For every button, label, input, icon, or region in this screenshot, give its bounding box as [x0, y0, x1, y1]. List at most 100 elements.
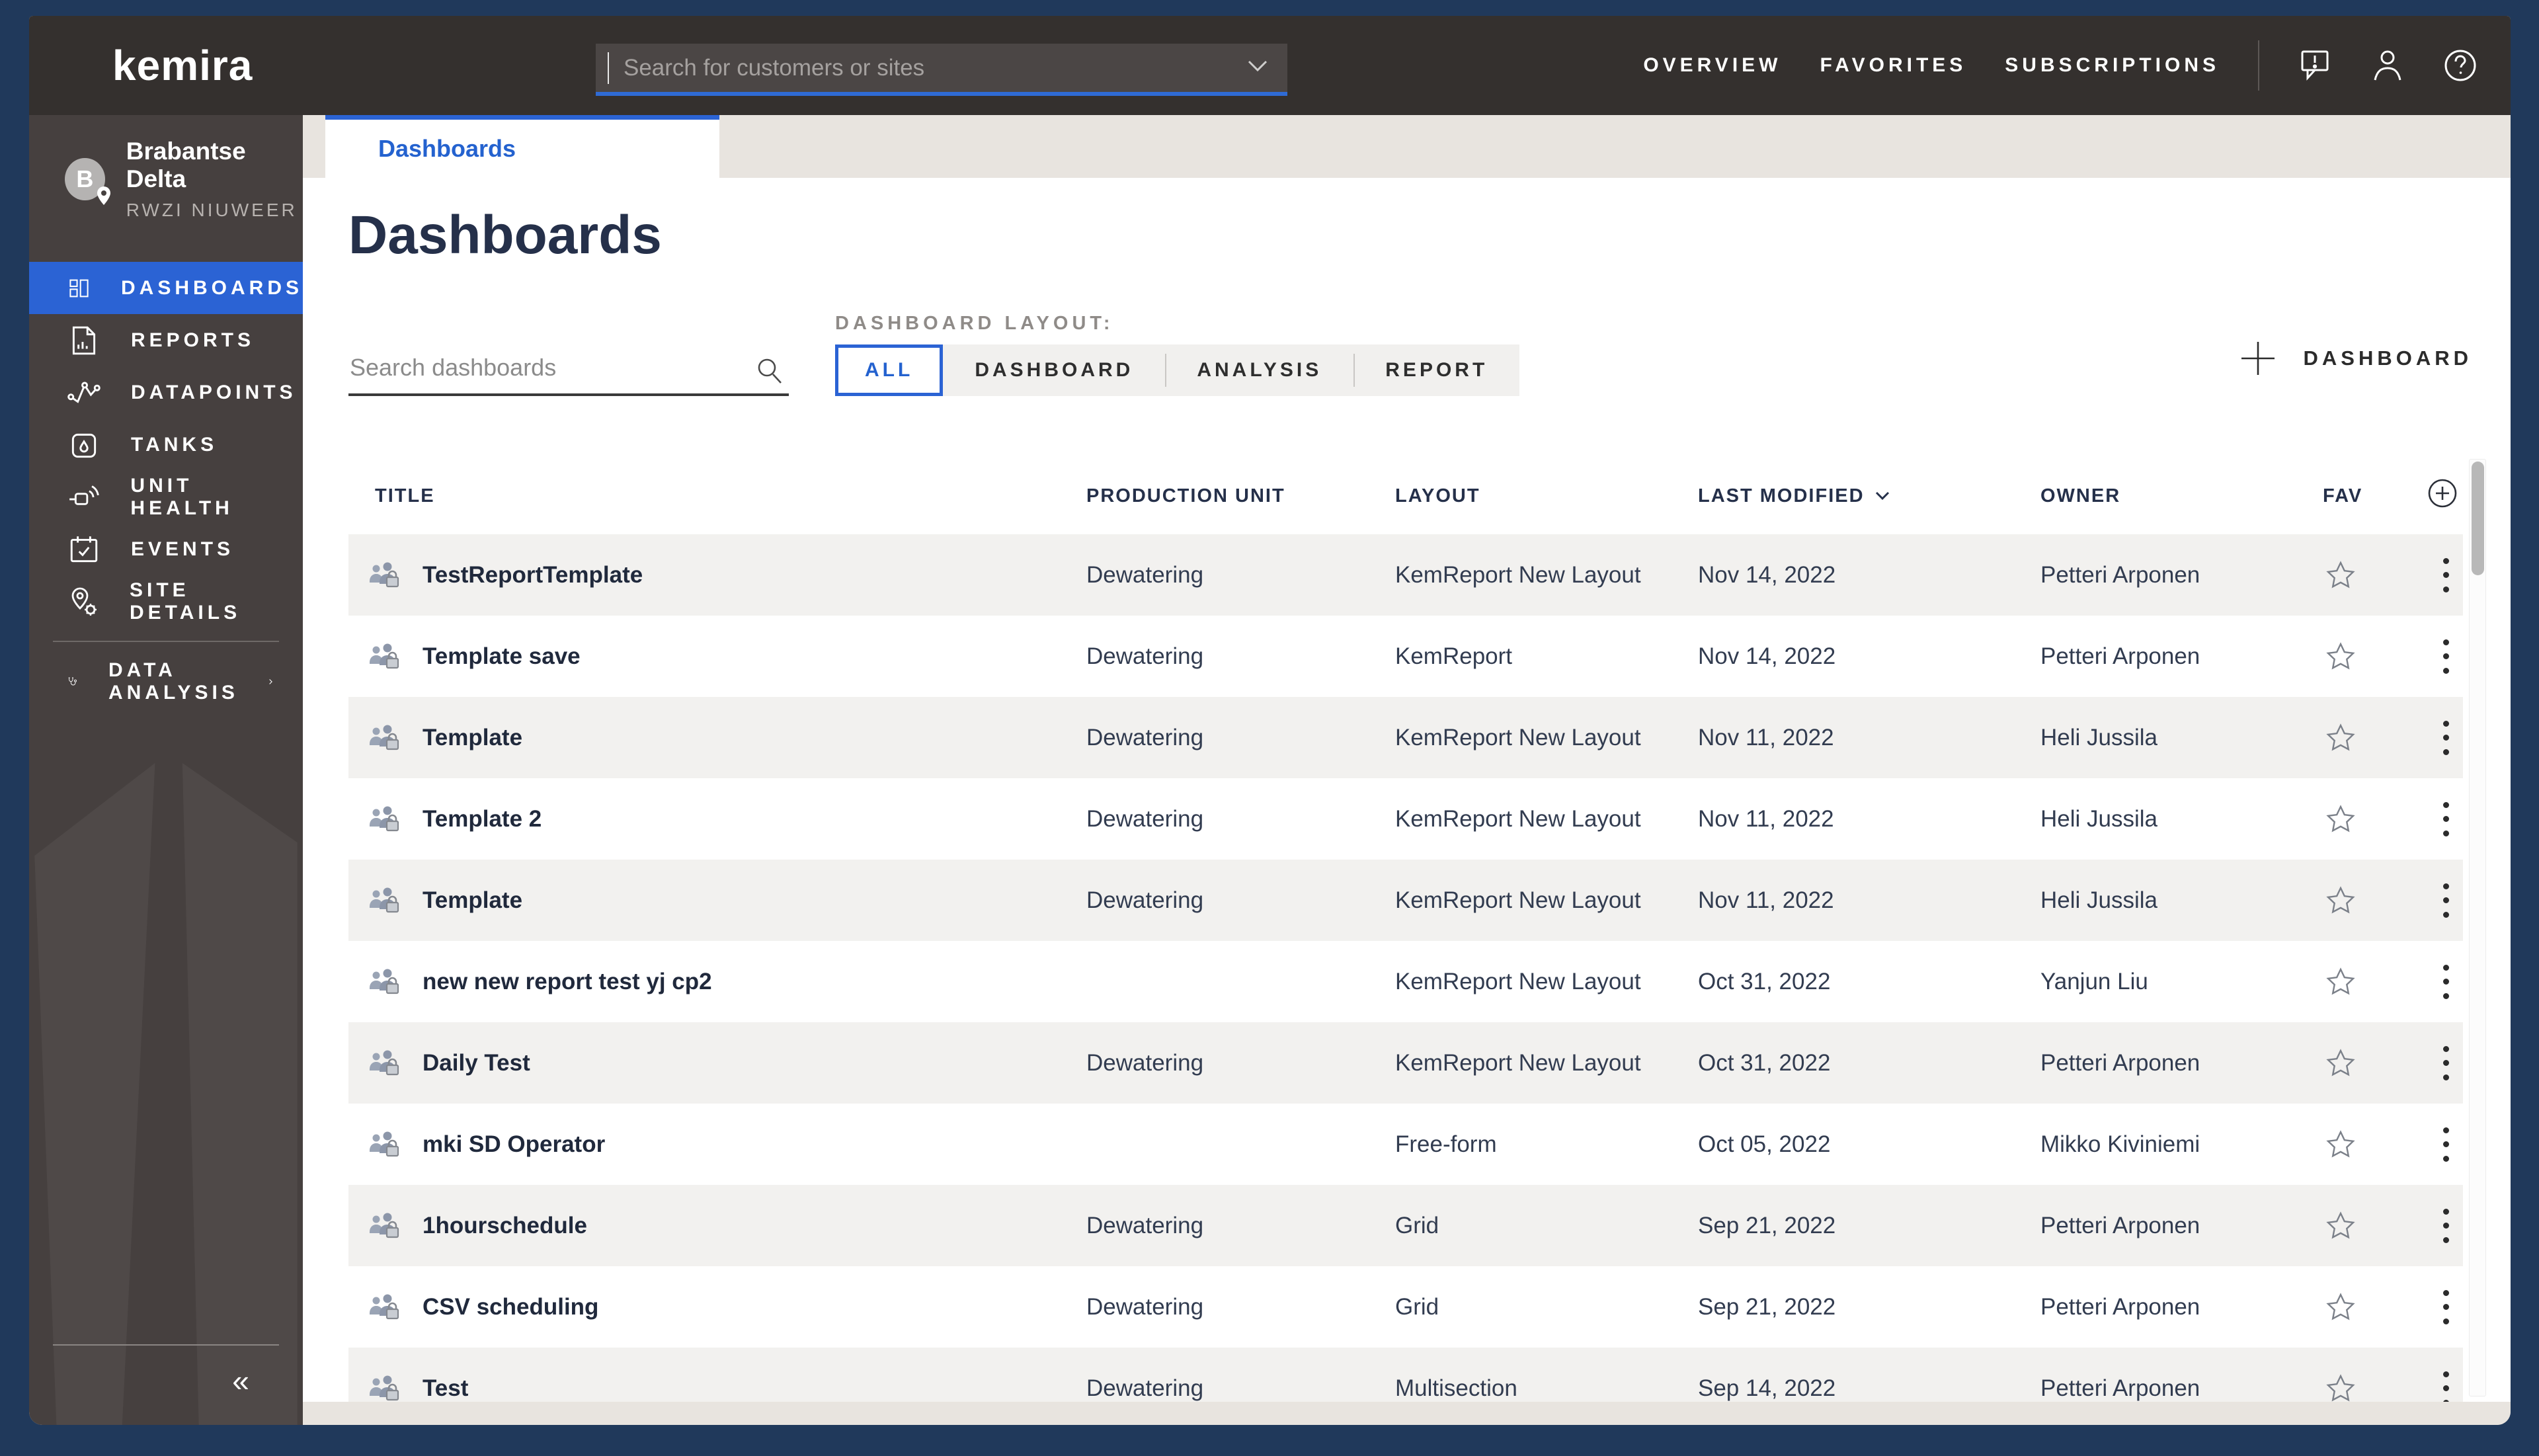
scrollbar-thumb[interactable] — [2472, 462, 2484, 575]
favorite-star-icon[interactable] — [2323, 642, 2402, 671]
nav-subscriptions[interactable]: SUBSCRIPTIONS — [2005, 54, 2220, 77]
row-menu-icon[interactable] — [2433, 882, 2459, 919]
row-last-modified: Nov 14, 2022 — [1698, 643, 2040, 670]
favorite-star-icon[interactable] — [2323, 805, 2402, 834]
row-menu-icon[interactable] — [2433, 1045, 2459, 1082]
tanks-icon — [67, 428, 101, 462]
row-menu-icon[interactable] — [2433, 801, 2459, 838]
favorite-star-icon[interactable] — [2323, 1130, 2402, 1159]
row-title: Template save — [423, 643, 581, 670]
filter-analysis-button[interactable]: ANALYSIS — [1165, 344, 1353, 396]
sidebar-item-reports[interactable]: REPORTS — [29, 314, 303, 366]
table-row[interactable]: TestReportTemplate Dewatering KemReport … — [348, 534, 2463, 616]
favorite-star-icon[interactable] — [2323, 1293, 2402, 1322]
feedback-icon[interactable] — [2298, 48, 2332, 83]
sidebar-item-label: TANKS — [131, 434, 218, 456]
row-menu-icon[interactable] — [2433, 1126, 2459, 1163]
tab-dashboards[interactable]: Dashboards — [325, 115, 719, 178]
table-row[interactable]: Daily Test Dewatering KemReport New Layo… — [348, 1022, 2463, 1104]
row-owner: Petteri Arponen — [2040, 1294, 2323, 1320]
filter-all-button[interactable]: ALL — [835, 344, 943, 396]
table-row[interactable]: Template Dewatering KemReport New Layout… — [348, 697, 2463, 778]
dashboards-icon — [67, 272, 91, 305]
table-row[interactable]: 1hourschedule Dewatering Grid Sep 21, 20… — [348, 1185, 2463, 1266]
nav-favorites[interactable]: FAVORITES — [1820, 54, 1966, 77]
global-search[interactable] — [596, 44, 1287, 96]
sidebar-item-data-analysis[interactable]: DATA ANALYSIS — [29, 655, 303, 708]
column-layout[interactable]: LAYOUT — [1395, 485, 1698, 507]
column-owner[interactable]: OWNER — [2040, 485, 2323, 507]
column-production-unit[interactable]: PRODUCTION UNIT — [1086, 485, 1395, 507]
row-layout: Grid — [1395, 1294, 1698, 1320]
shared-lock-icon — [367, 643, 403, 670]
table-row[interactable]: Template 2 Dewatering KemReport New Layo… — [348, 778, 2463, 860]
chevron-down-icon[interactable] — [1248, 60, 1268, 75]
column-fav[interactable]: FAV — [2323, 485, 2402, 507]
row-menu-icon[interactable] — [2433, 1207, 2459, 1244]
row-owner: Mikko Kiviniemi — [2040, 1131, 2323, 1158]
table-row[interactable]: Template save Dewatering KemReport Nov 1… — [348, 616, 2463, 697]
help-icon[interactable] — [2443, 48, 2478, 83]
layout-filter-group: ALL DASHBOARD ANALYSIS REPORT — [835, 344, 1519, 396]
profile-icon[interactable] — [2370, 48, 2405, 83]
row-last-modified: Oct 05, 2022 — [1698, 1131, 2040, 1158]
favorite-star-icon[interactable] — [2323, 886, 2402, 915]
table-row[interactable]: new new report test yj cp2 KemReport New… — [348, 941, 2463, 1022]
row-menu-icon[interactable] — [2433, 719, 2459, 756]
main-content: Dashboards Dashboards DASHBOARD LAYOUT: … — [303, 115, 2511, 1425]
favorite-star-icon[interactable] — [2323, 1211, 2402, 1240]
sidebar-item-tanks[interactable]: TANKS — [29, 419, 303, 471]
row-owner: Petteri Arponen — [2040, 1050, 2323, 1076]
sidebar-item-datapoints[interactable]: DATAPOINTS — [29, 366, 303, 419]
dashboards-search[interactable] — [348, 342, 789, 396]
row-menu-icon[interactable] — [2433, 963, 2459, 1000]
column-title[interactable]: TITLE — [348, 485, 1086, 507]
datapoints-icon — [67, 376, 101, 409]
sidebar-footer-divider — [53, 1344, 279, 1346]
row-title: TestReportTemplate — [423, 562, 643, 588]
row-menu-icon[interactable] — [2433, 1370, 2459, 1402]
column-last-modified[interactable]: LAST MODIFIED — [1698, 485, 2040, 507]
filter-dashboard-button[interactable]: DASHBOARD — [943, 344, 1165, 396]
table-row[interactable]: CSV scheduling Dewatering Grid Sep 21, 2… — [348, 1266, 2463, 1348]
sidebar-item-site-details[interactable]: SITE DETAILS — [29, 575, 303, 627]
favorite-star-icon[interactable] — [2323, 561, 2402, 590]
row-last-modified: Oct 31, 2022 — [1698, 969, 2040, 995]
favorite-star-icon[interactable] — [2323, 1374, 2402, 1402]
nav-overview[interactable]: OVERVIEW — [1643, 54, 1781, 77]
favorite-star-icon[interactable] — [2323, 1049, 2402, 1078]
row-layout: KemReport New Layout — [1395, 806, 1698, 832]
row-title: Template — [423, 887, 522, 914]
sidebar-footer: « — [29, 1344, 303, 1398]
shared-lock-icon — [367, 561, 403, 589]
table-scrollbar[interactable] — [2469, 459, 2486, 1396]
favorite-star-icon[interactable] — [2323, 723, 2402, 752]
row-layout: KemReport New Layout — [1395, 969, 1698, 995]
row-owner: Petteri Arponen — [2040, 1375, 2323, 1402]
location-pin-icon — [96, 186, 112, 206]
row-layout: KemReport New Layout — [1395, 725, 1698, 751]
dashboards-search-input[interactable] — [348, 354, 754, 393]
sidebar-item-events[interactable]: EVENTS — [29, 523, 303, 575]
add-dashboard-button[interactable]: DASHBOARD — [2239, 339, 2473, 378]
sidebar-item-unit-health[interactable]: UNIT HEALTH — [29, 471, 303, 523]
row-menu-icon[interactable] — [2433, 1289, 2459, 1326]
add-column-icon[interactable] — [2402, 478, 2463, 514]
favorite-star-icon[interactable] — [2323, 967, 2402, 996]
table-row[interactable]: Test Dewatering Multisection Sep 14, 202… — [348, 1348, 2463, 1402]
global-search-input[interactable] — [608, 52, 1248, 84]
table-row[interactable]: mki SD Operator Free-form Oct 05, 2022 M… — [348, 1104, 2463, 1185]
row-menu-icon[interactable] — [2433, 557, 2459, 594]
row-production-unit: Dewatering — [1086, 887, 1395, 914]
site-profile[interactable]: B Brabantse Delta RWZI NIUWEER — [65, 138, 303, 221]
row-owner: Heli Jussila — [2040, 725, 2323, 751]
sidebar-item-label: DASHBOARDS — [121, 277, 303, 300]
row-menu-icon[interactable] — [2433, 638, 2459, 675]
sidebar-collapse-button[interactable]: « — [221, 1363, 261, 1398]
sidebar-item-label: REPORTS — [131, 329, 255, 352]
table-header: TITLE PRODUCTION UNIT LAYOUT LAST MODIFI… — [348, 470, 2463, 522]
sidebar-item-dashboards[interactable]: DASHBOARDS — [29, 262, 303, 314]
table-row[interactable]: Template Dewatering KemReport New Layout… — [348, 860, 2463, 941]
row-title: mki SD Operator — [423, 1131, 605, 1158]
filter-report-button[interactable]: REPORT — [1353, 344, 1519, 396]
